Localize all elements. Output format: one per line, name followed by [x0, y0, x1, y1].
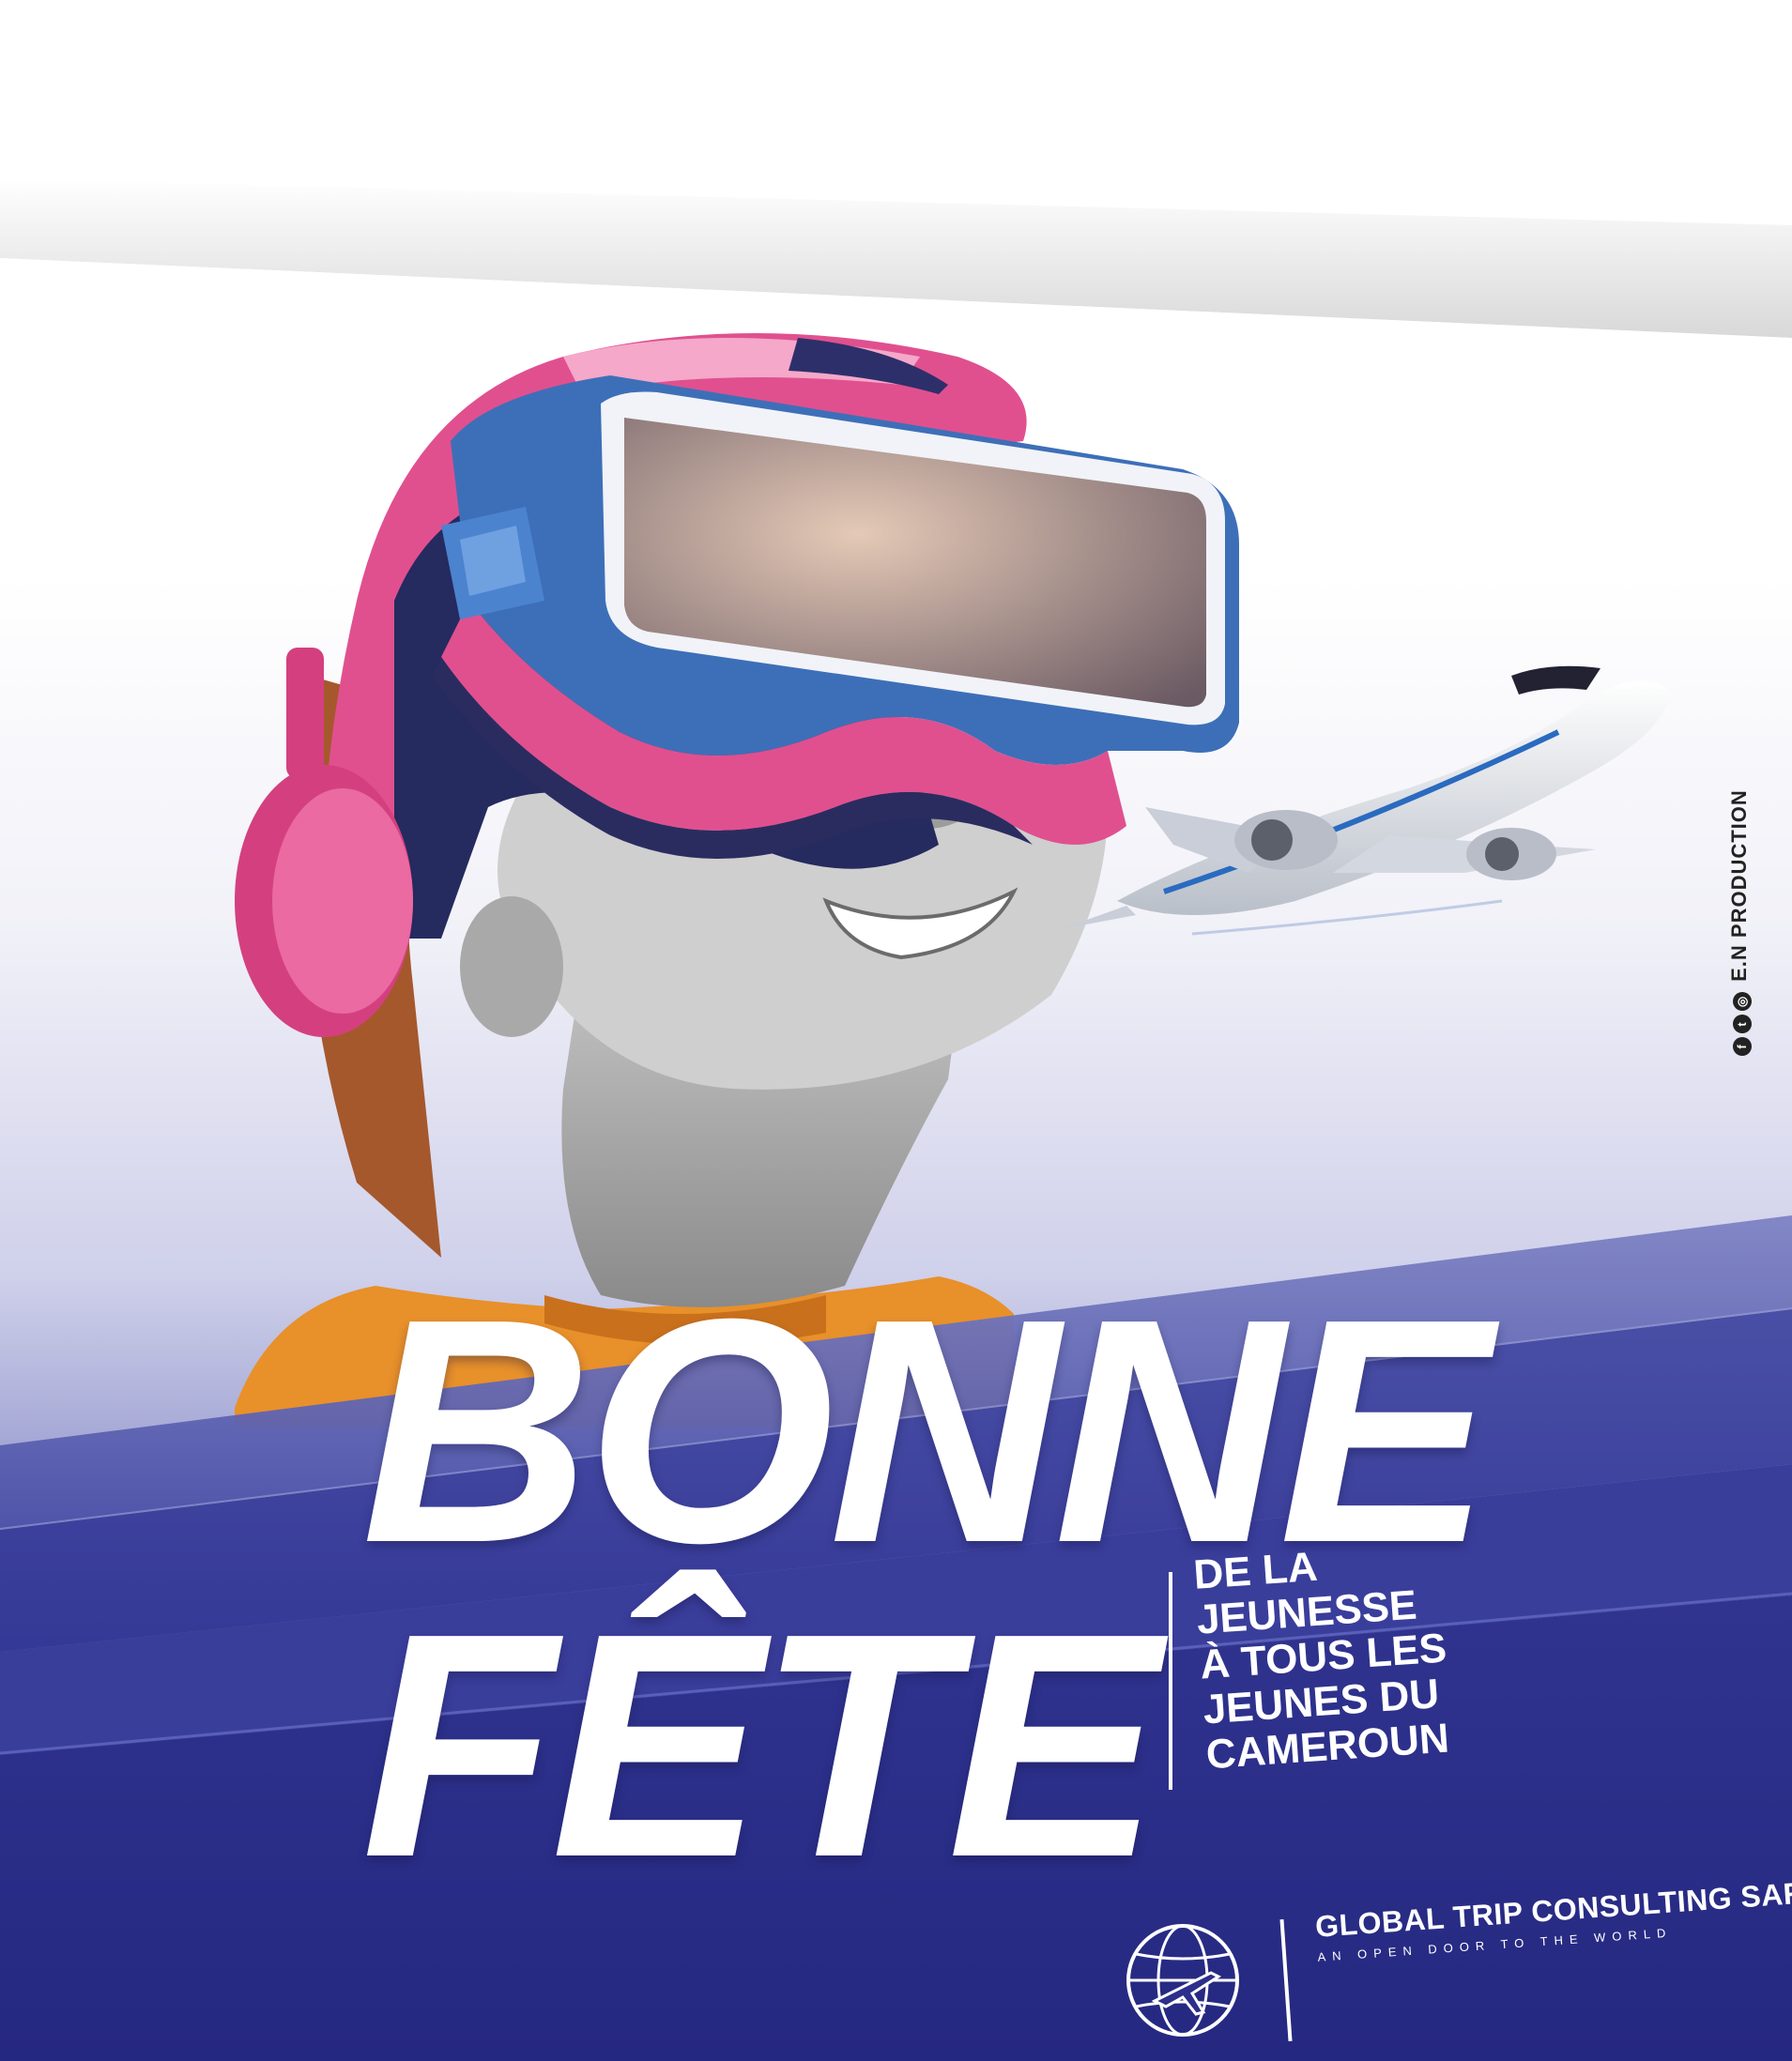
- tagline-divider: [1169, 1572, 1172, 1790]
- twitter-icon: t: [1733, 1015, 1752, 1033]
- headline-bonne: BONNE: [361, 1253, 1492, 1610]
- credit-text: E.N PRODUCTION: [1727, 789, 1751, 982]
- facebook-icon: f: [1733, 1037, 1752, 1056]
- poster: BONNE FÊTE DE LA JEUNESSE À TOUS LES JEU…: [0, 0, 1792, 2061]
- headline-fete: FÊTE: [361, 1567, 1160, 1924]
- instagram-icon: ◎: [1733, 992, 1752, 1011]
- production-credit: ft ◎ E.N PRODUCTION: [1727, 789, 1752, 1056]
- globe-plane-logo-icon: [1126, 1924, 1239, 2037]
- tagline: DE LA JEUNESSE À TOUS LES JEUNES DU CAME…: [1192, 1536, 1454, 1779]
